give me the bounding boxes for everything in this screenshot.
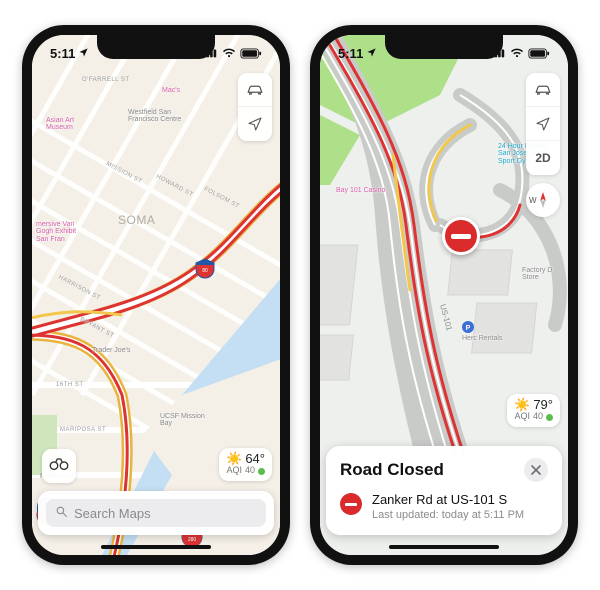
weather-pill[interactable]: ☀️79° AQI 40 bbox=[507, 394, 560, 427]
incident-updated: Last updated: today at 5:11 PM bbox=[372, 509, 524, 521]
sun-icon: ☀️ bbox=[514, 398, 530, 412]
svg-text:280: 280 bbox=[188, 537, 197, 543]
poi-label: UCSF Mission Bay bbox=[160, 413, 210, 428]
phone-left: 5:11 bbox=[22, 25, 290, 565]
search-placeholder: Search Maps bbox=[74, 506, 151, 521]
screen-right: 5:11 bbox=[320, 35, 568, 555]
notch bbox=[97, 35, 215, 59]
screen-left: 5:11 bbox=[32, 35, 280, 555]
weather-pill[interactable]: ☀️64° AQI 40 bbox=[219, 448, 272, 481]
no-entry-icon bbox=[451, 234, 471, 239]
look-around-button[interactable] bbox=[42, 449, 76, 483]
home-indicator[interactable] bbox=[101, 545, 211, 549]
mode-car-button[interactable] bbox=[526, 73, 560, 107]
aqi-dot-icon bbox=[258, 468, 265, 475]
aqi-label: AQI bbox=[514, 412, 530, 422]
temperature: 64° bbox=[245, 452, 265, 466]
compass-label: W bbox=[529, 196, 537, 205]
poi-label: Westfield San Francisco Centre bbox=[128, 109, 188, 124]
poi-label: Asian Art Museum bbox=[46, 117, 96, 132]
aqi-label: AQI bbox=[226, 466, 242, 476]
binoculars-icon bbox=[49, 457, 69, 476]
compass-button[interactable]: W bbox=[526, 183, 560, 217]
search-panel[interactable]: Search Maps bbox=[38, 491, 274, 535]
poi-label: Trader Joe's bbox=[92, 347, 130, 354]
sun-icon: ☀️ bbox=[226, 452, 242, 466]
locate-me-button[interactable] bbox=[526, 107, 560, 141]
battery-icon bbox=[240, 48, 262, 59]
status-time: 5:11 bbox=[50, 46, 75, 61]
aqi-value: 40 bbox=[533, 412, 543, 422]
map-controls: 2D bbox=[526, 73, 560, 175]
poi-label: Herc Rentals bbox=[462, 335, 502, 342]
location-arrow-icon bbox=[366, 46, 377, 61]
poi-label: Bay 101 Casino bbox=[336, 187, 385, 194]
svg-text:80: 80 bbox=[202, 268, 208, 274]
aqi-value: 40 bbox=[245, 466, 255, 476]
mode-car-button[interactable] bbox=[238, 73, 272, 107]
close-button[interactable] bbox=[524, 458, 548, 482]
district-label: SOMA bbox=[118, 213, 155, 227]
poi-label: Factory D Store bbox=[522, 267, 562, 282]
close-icon bbox=[531, 463, 541, 478]
phone-right: 5:11 bbox=[310, 25, 578, 565]
incident-title: Road Closed bbox=[340, 460, 444, 480]
wifi-icon bbox=[222, 48, 236, 58]
notch bbox=[385, 35, 503, 59]
street-label: MARIPOSA ST bbox=[60, 427, 106, 433]
battery-icon bbox=[528, 48, 550, 59]
poi-label: Mac's bbox=[162, 87, 180, 94]
view-2d-button[interactable]: 2D bbox=[526, 141, 560, 175]
street-label: O'FARRELL ST bbox=[82, 77, 130, 83]
road-closed-marker[interactable] bbox=[442, 217, 480, 255]
locate-me-button[interactable] bbox=[238, 107, 272, 141]
wifi-icon bbox=[510, 48, 524, 58]
incident-location: Zanker Rd at US-101 S bbox=[372, 492, 524, 507]
street-label: 16TH ST bbox=[56, 382, 84, 388]
status-time: 5:11 bbox=[338, 46, 363, 61]
map-controls bbox=[238, 73, 272, 141]
search-icon bbox=[55, 505, 68, 521]
no-entry-icon bbox=[340, 493, 362, 515]
search-input[interactable]: Search Maps bbox=[46, 499, 266, 527]
incident-panel[interactable]: Road Closed Zanker Rd at US-101 S Last u… bbox=[326, 446, 562, 535]
svg-text:P: P bbox=[466, 325, 471, 332]
poi-label: mersive Van Gogh Exhibit San Fran bbox=[36, 221, 82, 243]
temperature: 79° bbox=[533, 398, 553, 412]
home-indicator[interactable] bbox=[389, 545, 499, 549]
location-arrow-icon bbox=[78, 46, 89, 61]
aqi-dot-icon bbox=[546, 414, 553, 421]
